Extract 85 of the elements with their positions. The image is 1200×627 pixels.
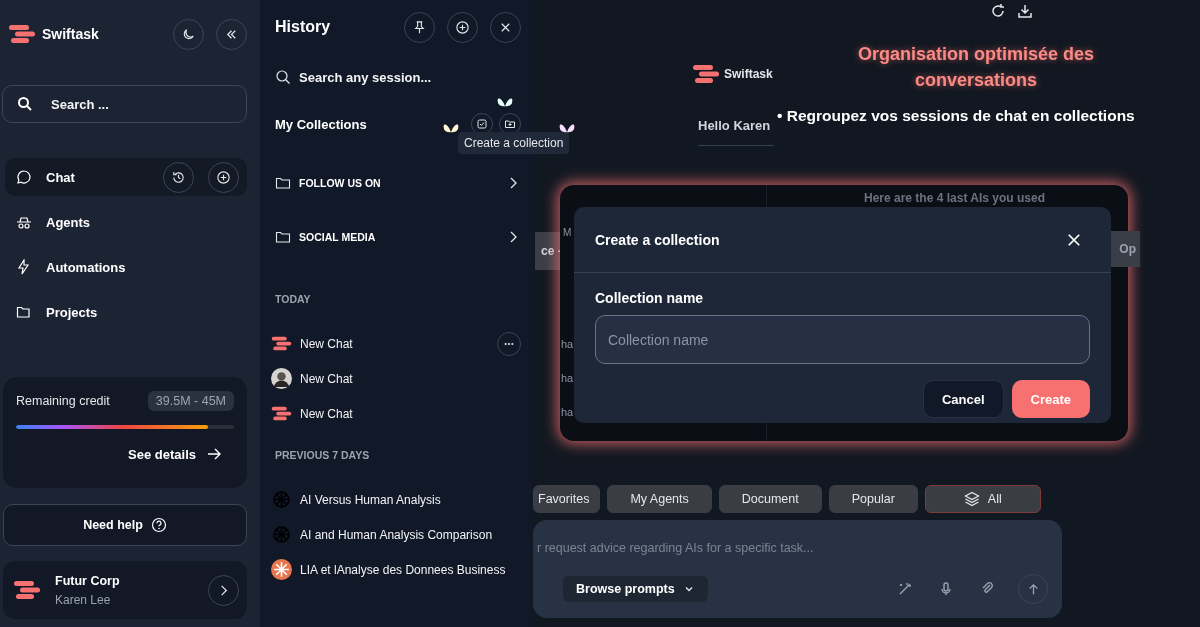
logo-icon [692,64,720,84]
column-label: M [563,227,572,238]
collection-name-field[interactable]: Collection name [595,315,1090,364]
nav-item[interactable]: Chat [5,158,247,196]
download-icon[interactable] [1017,3,1033,19]
filter-tab[interactable]: My Agents [607,485,712,513]
session-item[interactable]: AI and Human Analysis Comparison [271,517,521,552]
bolt-icon [16,259,32,275]
search-icon [275,69,291,85]
credit-badge: 39.5M - 45M [147,391,234,411]
help-icon [150,517,167,533]
close-icon[interactable] [1067,232,1081,247]
logo-icon [271,406,292,421]
chat-label: ha [561,338,574,350]
panel-title: History [275,18,331,36]
butterfly-icon [497,97,513,107]
knot-icon [271,524,292,545]
chat-label: ha [561,372,574,384]
folder-plus-icon [504,118,516,130]
pin-icon [412,19,427,35]
account-user: Karen Lee [55,592,112,607]
magic-wand-icon[interactable] [897,581,913,597]
nav-item[interactable]: Agents [2,203,247,241]
section-title: TODAY [275,293,312,305]
folder-item[interactable]: SOCIAL MEDIA [275,217,521,257]
session-item[interactable]: New Chat [271,361,521,396]
greeting: Hello Karen [698,118,774,146]
moon-icon [181,26,196,42]
session-item[interactable]: New Chat [271,326,521,361]
filter-tab[interactable]: All [924,485,1041,513]
dialog-title: Create a collection [595,231,720,248]
plus-icon [455,19,470,35]
refresh-icon[interactable] [990,3,1006,19]
arrow-icon [206,446,222,462]
filter-tab[interactable]: Popular [828,485,918,513]
nav-item[interactable]: Projects [2,293,247,331]
see-details-link[interactable]: See details [128,446,222,462]
session-item[interactable]: AI Versus Human Analysis [271,482,521,517]
help-button[interactable]: Need help [3,504,247,546]
field-label: Collection name [595,290,705,306]
filter-tab[interactable]: Document [718,485,822,513]
dots-icon [504,341,514,346]
brand-name: Swiftask [724,67,773,81]
microphone-icon[interactable] [938,581,954,597]
knot-icon [271,489,292,510]
chat-bubble-icon [16,169,32,185]
section-title: PREVIOUS 7 DAYS [275,449,371,461]
logo-icon [8,24,36,44]
tooltip: Create a collection [458,132,570,154]
browse-prompts-button[interactable]: Browse prompts [563,576,708,602]
spy-icon [16,214,32,230]
session-search-field[interactable]: Search any session... [275,62,521,92]
avatar-icon [271,368,292,389]
folder-icon [275,175,291,191]
sparkle-icon [271,559,292,580]
chat-label: ha [561,406,574,418]
folder-icon [16,304,32,320]
account-card[interactable]: Futur Corp Karen Lee [3,561,247,619]
nav-item[interactable]: Automations [2,248,247,286]
credit-label: Remaining credit [16,394,110,408]
recent-ais-heading: Here are the 4 last AIs you used [864,191,1045,205]
history-icon [171,169,186,185]
session-item[interactable]: LIA et lAnalyse des Donnees Business [271,552,521,587]
checkbox-icon [476,118,488,130]
session-item[interactable]: New Chat [271,396,521,431]
butterfly-icon [443,123,459,133]
butterfly-icon [559,123,575,133]
prompt-placeholder: r request advice regarding AIs for a specific task... [537,541,815,555]
brand-name: Swiftask [42,26,99,42]
account-name: Futur Corp [55,573,120,588]
prompt-box[interactable]: r request advice regarding AIs for a specific task... Browse prompts [533,520,1062,618]
cancel-button[interactable]: Cancel [922,380,1004,418]
logo-icon [13,580,41,600]
section-title: My Collections [275,116,367,132]
search-field[interactable]: Search ... [2,85,247,123]
filter-tab[interactable]: Favorites [533,485,601,513]
plus-icon [216,169,231,185]
feature-bullet: • Regroupez vos sessions de chat en collections [777,107,1135,125]
folder-item[interactable]: FOLLOW US ON [275,163,521,203]
search-icon [17,96,33,112]
layers-icon [963,491,980,507]
logo-icon [271,336,292,351]
category-chip: Op [1110,231,1140,267]
folder-icon [275,229,291,245]
headline: Organisation optimisée des conversations [856,43,1096,92]
